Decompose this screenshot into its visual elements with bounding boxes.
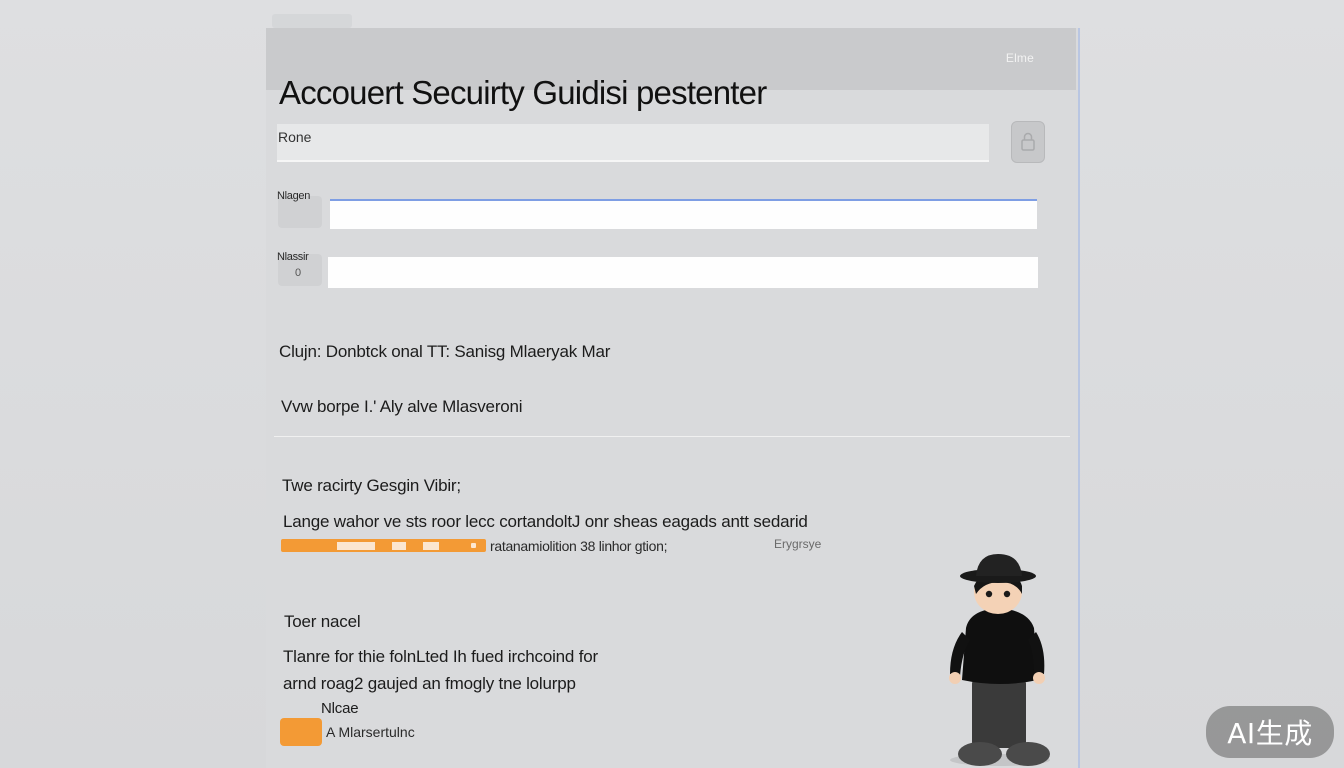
field1-label: Nlagen (277, 190, 311, 202)
ghost-tab (272, 14, 352, 28)
figure-left-hand (949, 672, 961, 684)
figure-right-foot (1006, 742, 1050, 766)
strength-bar-marker (471, 543, 476, 548)
figure-left-foot (958, 742, 1002, 766)
role-field[interactable]: Rone (277, 124, 989, 162)
section-divider (274, 436, 1070, 437)
field2-sublabel: 0 (295, 267, 301, 279)
lock-icon (1021, 132, 1035, 151)
strength-bar-segment (423, 542, 439, 550)
info-line-1: Clujn: Donbtck onal TT: Sanisg Mlaeryak … (279, 342, 611, 361)
figure-left-eye (985, 590, 993, 598)
figure-right-eye (1003, 590, 1011, 598)
panel-text-line-2: arnd roag2 gaujed an fmogly tne lolurpp (283, 674, 576, 693)
panel-text-line-3: Nlcae (321, 700, 359, 717)
field1-input[interactable] (330, 199, 1037, 229)
field2-input[interactable] (328, 257, 1038, 288)
strength-description: Lange wahor ve sts roor lecc cortandoltJ… (283, 512, 808, 531)
strength-heading: Twe racirty Gesgin Vibir; (282, 476, 461, 495)
field2-label: Nlassir (277, 251, 309, 263)
panel-text-line-1: Tlanre for thie folnLted Ih fued irchcoi… (283, 647, 598, 666)
strength-bar-segment (392, 542, 406, 550)
strength-bar (281, 539, 486, 552)
strength-caption: ratanamiolition 38 linhor gtion; (490, 538, 668, 554)
figure-right-hand (1033, 672, 1045, 684)
strength-tag[interactable]: Erygrsye (774, 537, 821, 551)
role-field-label: Rone (278, 129, 312, 145)
header-badge[interactable]: Elme (1006, 51, 1034, 65)
panel-heading: Toer nacel (284, 612, 361, 631)
lock-button[interactable] (1011, 121, 1045, 163)
figure-legs (972, 678, 1026, 748)
toggle-label: A Mlarsertulnc (326, 724, 415, 740)
figure-body (962, 608, 1038, 684)
ai-generated-badge: AI生成 (1206, 706, 1334, 758)
character-figure (949, 554, 1050, 766)
strength-bar-segment (337, 542, 375, 550)
info-line-2: Vvw borpe I.' Aly alve Mlasveroni (281, 397, 523, 416)
orange-toggle[interactable] (280, 718, 322, 746)
figure-hat-crown (976, 554, 1022, 576)
page-title: Accouert Secuirty Guidisi pestenter (279, 74, 767, 111)
